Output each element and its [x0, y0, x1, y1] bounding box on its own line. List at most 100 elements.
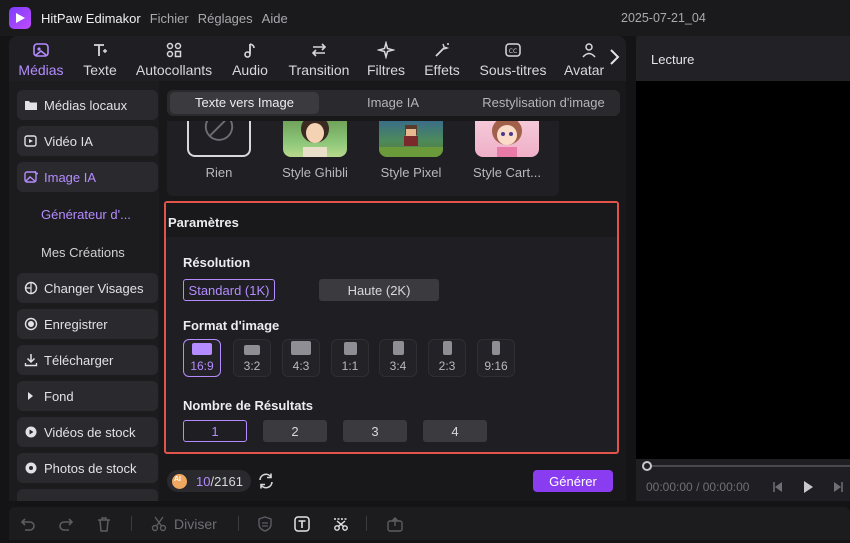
generate-button[interactable]: Générer	[533, 470, 613, 492]
style-label-ghibli: Style Ghibli	[282, 165, 348, 180]
ratio-label: 4:3	[292, 359, 310, 373]
download-icon	[24, 354, 38, 367]
tab-transition[interactable]: Transition	[287, 36, 351, 81]
title-bar: HitPaw Edimakor Fichier Réglages Aide 20…	[0, 0, 850, 36]
time-separator: /	[696, 480, 700, 494]
menu-fichier[interactable]: Fichier	[150, 11, 189, 26]
sidebar-item-fond[interactable]: Fond	[17, 381, 158, 411]
sidebar-item-changer-visages[interactable]: Changer Visages	[17, 273, 158, 303]
sidebar-item-video-ia[interactable]: Vidéo IA	[17, 126, 158, 156]
main-panel: Texte vers Image Image IA Restylisation …	[159, 81, 626, 501]
no-style-icon	[204, 121, 234, 141]
tab-label: Autocollants	[135, 62, 213, 78]
sidebar-item-label: Changer Visages	[44, 280, 144, 296]
tab-effets[interactable]: Effets	[422, 36, 462, 81]
toolbar-divider	[131, 516, 132, 531]
sidebar-item-telecharger[interactable]: Télécharger	[17, 345, 158, 375]
resolution-haute-button[interactable]: Haute (2K)	[319, 279, 439, 301]
ratio-2-3-shape	[442, 341, 452, 355]
text-box-icon[interactable]	[293, 515, 311, 533]
tab-texte[interactable]: Texte	[81, 36, 119, 81]
subtab-texte-vers-image[interactable]: Texte vers Image	[170, 92, 319, 114]
ratio-9-16-button[interactable]: 9:16	[477, 339, 515, 377]
preview-scrubber[interactable]	[644, 465, 850, 467]
redo-icon[interactable]	[57, 515, 75, 533]
sidebar-subitem-generateur[interactable]: Générateur d'...	[41, 207, 131, 222]
subtab-image-ia[interactable]: Image IA	[327, 90, 459, 116]
credits-used: 10	[196, 473, 211, 489]
main-tab-bar: Médias Texte Autocollants Audio Transiti…	[9, 36, 626, 81]
credits-total: /2161	[210, 473, 244, 489]
sidebar-subitem-mes-creations[interactable]: Mes Créations	[41, 245, 125, 260]
pixel-character-image	[379, 125, 443, 157]
tab-audio[interactable]: Audio	[230, 36, 270, 81]
subtab-restylisation[interactable]: Restylisation d'image	[467, 90, 620, 116]
resolution-title: Résolution	[183, 255, 251, 270]
chevron-right-icon[interactable]	[606, 46, 622, 68]
tab-filtres[interactable]: Filtres	[366, 36, 406, 81]
style-thumb-pixel[interactable]	[379, 121, 443, 157]
scrubber-handle[interactable]	[642, 461, 652, 471]
results-4-button[interactable]: 4	[423, 420, 487, 442]
transition-arrows-icon	[311, 43, 327, 57]
style-thumb-cartoon[interactable]	[475, 121, 539, 157]
ratio-4-3-button[interactable]: 4:3	[282, 339, 320, 377]
ratio-3-4-button[interactable]: 3:4	[379, 339, 417, 377]
app-name: HitPaw Edimakor	[41, 10, 141, 26]
tab-label: Transition	[288, 62, 350, 78]
refresh-icon[interactable]	[257, 472, 275, 490]
split-label[interactable]: Diviser	[174, 516, 217, 532]
preview-title: Lecture	[651, 52, 695, 67]
export-icon[interactable]	[386, 515, 404, 533]
stock-photo-icon	[25, 462, 37, 474]
sidebar-item-enregistrer[interactable]: Enregistrer	[17, 309, 158, 339]
generate-footer: 10/2161 Générer	[159, 461, 626, 501]
delete-icon[interactable]	[95, 515, 113, 533]
tab-sous-titres[interactable]: CC Sous-titres	[477, 36, 549, 81]
tab-avatar[interactable]: Avatar	[564, 36, 612, 81]
cc-icon: CC	[505, 43, 521, 57]
sidebar-item-partial[interactable]	[17, 489, 158, 501]
sidebar-item-label: Vidéos de stock	[44, 424, 136, 440]
caret-right-icon	[28, 392, 33, 400]
ratio-2-3-button[interactable]: 2:3	[428, 339, 466, 377]
ratio-label: 16:9	[190, 359, 214, 373]
sidebar-item-medias-locaux[interactable]: Médias locaux	[17, 90, 158, 120]
menu-aide[interactable]: Aide	[262, 11, 288, 26]
tab-medias[interactable]: Médias	[17, 36, 65, 81]
time-current: 00:00:00	[646, 480, 693, 494]
results-1-button[interactable]: 1	[183, 420, 247, 442]
next-frame-icon[interactable]	[832, 480, 844, 494]
previous-frame-icon[interactable]	[772, 480, 784, 494]
sidebar-item-videos-de-stock[interactable]: Vidéos de stock	[17, 417, 158, 447]
sidebar-item-photos-de-stock[interactable]: Photos de stock	[17, 453, 158, 483]
parameters-header: Paramètres	[166, 203, 617, 237]
menu-reglages[interactable]: Réglages	[198, 11, 253, 26]
sidebar-item-image-ia[interactable]: Image IA	[17, 162, 158, 192]
undo-icon[interactable]	[19, 515, 37, 533]
ratio-1-1-button[interactable]: 1:1	[331, 339, 369, 377]
bottom-toolbar: Diviser	[9, 507, 850, 540]
ratio-3-2-button[interactable]: 3:2	[233, 339, 271, 377]
ratio-1-1-shape	[343, 342, 357, 355]
resolution-standard-button[interactable]: Standard (1K)	[183, 279, 275, 301]
results-3-button[interactable]: 3	[343, 420, 407, 442]
play-icon[interactable]	[802, 480, 814, 494]
cut-tool-icon[interactable]	[332, 515, 350, 533]
ratio-label: 1:1	[341, 359, 359, 373]
sidebar-item-label: Médias locaux	[44, 97, 128, 113]
preview-screen	[636, 81, 850, 459]
style-thumb-rien[interactable]	[187, 121, 251, 157]
tab-autocollants[interactable]: Autocollants	[134, 36, 214, 81]
ratio-16-9-button[interactable]: 16:9	[183, 339, 221, 377]
scissors-icon[interactable]	[150, 515, 168, 533]
project-title: 2025-07-21_04	[621, 11, 706, 25]
style-thumb-ghibli[interactable]	[283, 121, 347, 157]
svg-text:CC: CC	[509, 48, 517, 55]
shield-icon[interactable]	[256, 515, 274, 533]
avatar-icon	[582, 43, 596, 58]
ratio-3-4-shape	[392, 341, 404, 355]
timecode: 00:00:00 / 00:00:00	[646, 480, 749, 494]
sidebar-item-label: Photos de stock	[44, 460, 137, 476]
results-2-button[interactable]: 2	[263, 420, 327, 442]
